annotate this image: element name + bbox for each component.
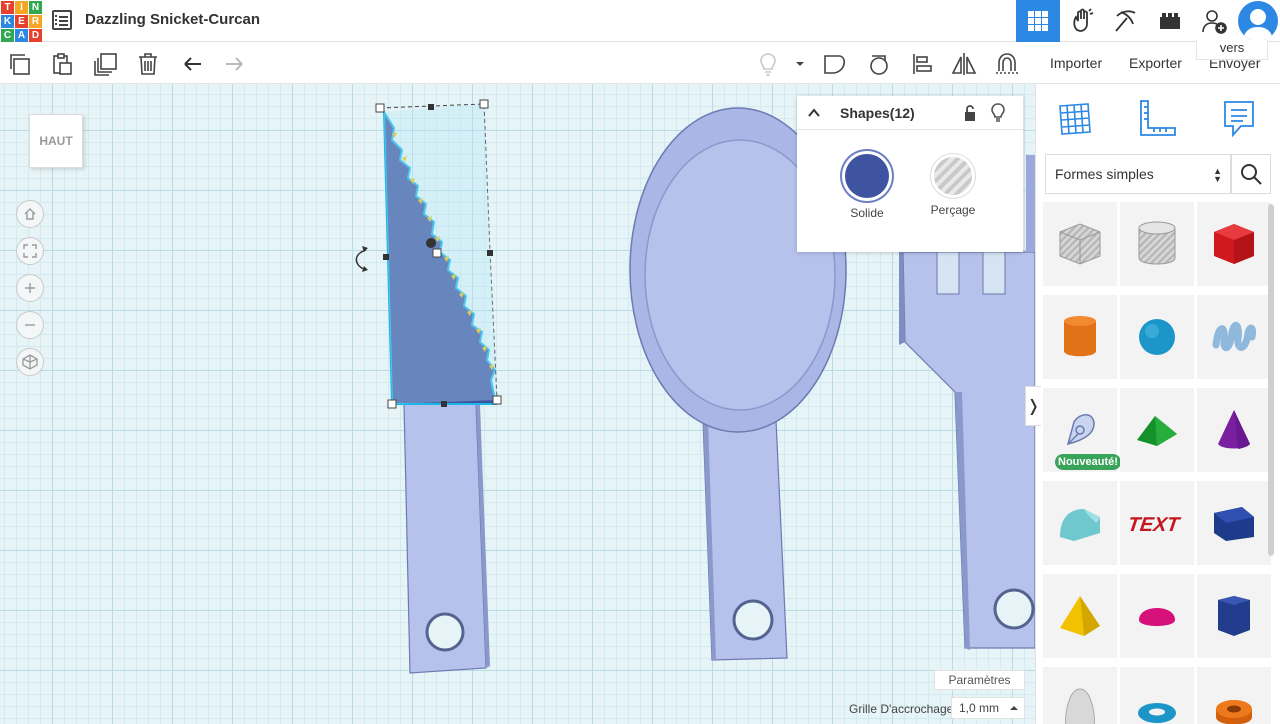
send-to-label-continued[interactable]: vers <box>1196 40 1268 60</box>
lock-icon[interactable] <box>963 104 977 122</box>
ruler-icon[interactable] <box>1136 98 1178 140</box>
hand-wave-icon[interactable] <box>1060 0 1104 42</box>
logo-letter: T <box>1 1 14 14</box>
pickaxe-icon[interactable] <box>1104 0 1148 42</box>
logo-letter: I <box>15 1 28 14</box>
snap-grid-select[interactable]: 1,0 mm <box>951 697 1025 719</box>
hole-swatch[interactable] <box>934 157 972 195</box>
shape-cylinder[interactable] <box>1043 295 1117 379</box>
3d-design-grid-icon[interactable] <box>1016 0 1060 42</box>
delete-icon[interactable] <box>135 51 161 77</box>
shape-category-value: Formes simples <box>1055 166 1154 182</box>
logo-letter: N <box>29 1 42 14</box>
shape-inspector-panel: Shapes(12) Solide Perçage <box>797 96 1023 252</box>
group-icon[interactable] <box>822 51 848 77</box>
copy-icon[interactable] <box>7 51 33 77</box>
home-view-icon[interactable] <box>16 200 44 228</box>
shape-sphere[interactable] <box>1120 295 1194 379</box>
shape-scribble[interactable] <box>1197 295 1271 379</box>
project-title[interactable]: Dazzling Snicket-Curcan <box>85 11 260 28</box>
shape-box[interactable] <box>1197 202 1271 286</box>
shape-cone[interactable] <box>1197 388 1271 472</box>
shape-paraboloid[interactable] <box>1043 667 1117 724</box>
shape-text[interactable]: TEXT <box>1120 481 1194 565</box>
select-arrows-icon: ▲ ▼ <box>1213 166 1222 184</box>
shape-polygon[interactable] <box>1197 574 1271 658</box>
zoom-out-icon[interactable] <box>16 311 44 339</box>
edit-toolbar: Importer Exporter Envoyer <box>0 43 1280 84</box>
mirror-icon[interactable] <box>951 51 977 77</box>
duplicate-icon[interactable] <box>93 51 119 77</box>
inspector-header: Shapes(12) <box>797 96 1023 130</box>
view-cube[interactable]: HAUT <box>29 114 83 168</box>
chevron-down-icon[interactable] <box>787 51 813 77</box>
shape-tube[interactable] <box>1197 667 1271 724</box>
snap-grid-value: 1,0 mm <box>959 701 1000 715</box>
bricks-icon[interactable] <box>1148 0 1192 42</box>
hole-label: Perçage <box>930 203 976 217</box>
shape-roof[interactable] <box>1120 388 1194 472</box>
top-bar: TIN KER CAD Dazzling Snicket-Curcan <box>0 0 1280 42</box>
shape-round-roof[interactable] <box>1043 481 1117 565</box>
logo-letter: A <box>15 29 28 42</box>
fit-view-icon[interactable] <box>16 237 44 265</box>
align-icon[interactable] <box>909 51 935 77</box>
zoom-in-icon[interactable] <box>16 274 44 302</box>
shape-half-sphere[interactable] <box>1120 574 1194 658</box>
solid-option[interactable]: Solide <box>827 144 907 220</box>
shape-box-hole[interactable] <box>1043 202 1117 286</box>
shape-pyramid[interactable] <box>1043 574 1117 658</box>
shape-wedge[interactable] <box>1197 481 1271 565</box>
perspective-icon[interactable] <box>16 348 44 376</box>
undo-icon[interactable] <box>180 51 206 77</box>
solid-swatch[interactable] <box>845 154 889 198</box>
add-user-icon[interactable] <box>1192 0 1236 42</box>
export-button[interactable]: Exporter <box>1129 55 1182 71</box>
shape-torus[interactable] <box>1120 667 1194 724</box>
top-right-nav <box>1016 0 1280 42</box>
snap-grid-label: Grille D'accrochage <box>849 702 954 716</box>
import-button[interactable]: Importer <box>1050 55 1102 71</box>
shape-library-panel: Formes simples ▲ ▼ Nouveauté! TEXT <box>1035 84 1280 724</box>
logo-letter: R <box>29 15 42 28</box>
collapse-chevron-icon[interactable] <box>807 106 821 120</box>
notes-icon[interactable] <box>1218 98 1260 140</box>
tinkercad-logo[interactable]: TIN KER CAD <box>0 0 42 42</box>
shape-generator[interactable]: Nouveauté! <box>1043 388 1121 472</box>
paste-icon[interactable] <box>49 51 75 77</box>
new-badge: Nouveauté! <box>1055 454 1121 470</box>
collapse-panel-chevron-icon[interactable]: ❭ <box>1025 386 1041 426</box>
logo-letter: D <box>29 29 42 42</box>
solid-label: Solide <box>850 206 884 220</box>
user-avatar-icon[interactable] <box>1238 1 1278 41</box>
caret-up-icon <box>1010 706 1018 710</box>
settings-button[interactable]: Paramètres <box>934 670 1025 690</box>
knife-blade[interactable] <box>355 99 502 409</box>
ungroup-icon[interactable] <box>866 51 892 77</box>
logo-letter: E <box>15 15 28 28</box>
knife-handle[interactable] <box>403 403 490 674</box>
hole-option[interactable]: Perçage <box>913 144 993 217</box>
magnet-icon[interactable] <box>993 51 1019 77</box>
light-bulb-icon[interactable] <box>991 103 1005 123</box>
menu-icon[interactable] <box>52 10 72 30</box>
tinkercad-editor: TIN KER CAD Dazzling Snicket-Curcan Import… <box>0 0 1280 724</box>
inspector-title: Shapes(12) <box>840 105 915 121</box>
shape-category-select[interactable]: Formes simples ▲ ▼ <box>1045 154 1231 194</box>
logo-letter: C <box>1 29 14 42</box>
shape-cylinder-hole[interactable] <box>1120 202 1194 286</box>
library-scrollbar[interactable] <box>1268 204 1274 556</box>
logo-letter: K <box>1 15 14 28</box>
redo-icon[interactable] <box>221 51 247 77</box>
light-bulb-icon[interactable] <box>755 51 781 77</box>
svg-text:TEXT: TEXT <box>1129 514 1182 536</box>
search-icon[interactable] <box>1231 154 1271 194</box>
workplane-grid-icon[interactable] <box>1054 98 1096 140</box>
